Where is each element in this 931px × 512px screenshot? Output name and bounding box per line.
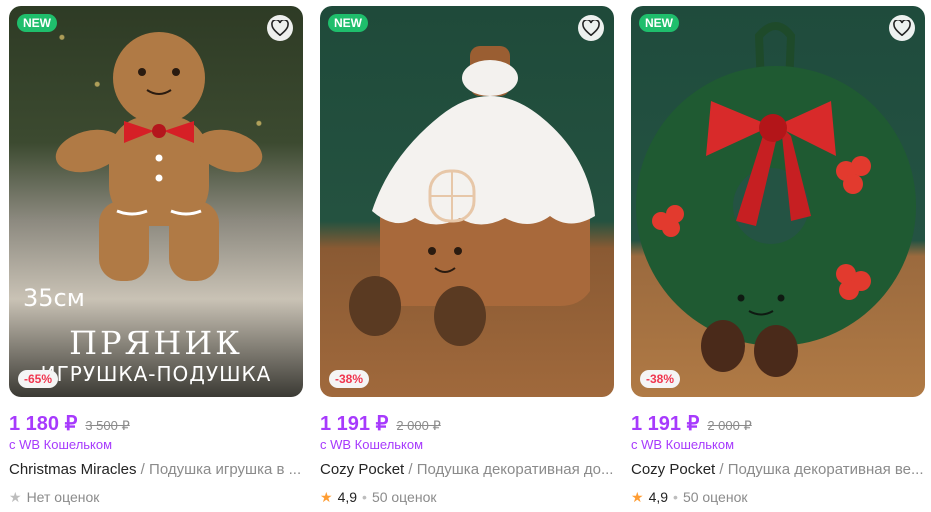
dot-separator: •	[362, 489, 367, 505]
discount-badge: -38%	[329, 370, 370, 388]
new-badge: NEW	[328, 14, 368, 32]
heart-icon[interactable]	[578, 15, 604, 41]
old-price: 2 000 ₽	[396, 418, 441, 433]
brand-name: Christmas Miracles	[9, 461, 137, 478]
product-title[interactable]: Christmas Miracles / Подушка игрушка в .…	[9, 461, 303, 481]
rating-value: 4,9	[337, 489, 358, 505]
star-icon: ★	[9, 488, 22, 505]
star-icon: ★	[631, 488, 644, 505]
star-icon: ★	[320, 488, 333, 505]
brand-name: Cozy Pocket	[631, 461, 716, 478]
product-info: 1 180 ₽ 3 500 ₽ с WB Кошельком Christmas…	[9, 397, 303, 507]
product-image[interactable]: NEW 35см ПРЯНИК ИГРУШКА-ПОДУШКА -65%	[9, 6, 303, 397]
price-row: 1 180 ₽ 3 500 ₽	[9, 411, 303, 435]
reviews-count: 50 оценок	[371, 489, 437, 505]
discount-badge: -65%	[18, 370, 59, 388]
current-price: 1 191 ₽	[320, 413, 389, 435]
product-title[interactable]: Cozy Pocket / Подушка декоративная до...	[320, 461, 614, 481]
brand-name: Cozy Pocket	[320, 461, 405, 478]
reviews-count: 50 оценок	[682, 489, 748, 505]
no-rating-text: Нет оценок	[26, 489, 100, 505]
product-info: 1 191 ₽ 2 000 ₽ с WB Кошельком Cozy Pock…	[631, 397, 925, 507]
discount-badge: -38%	[640, 370, 681, 388]
product-name: Подушка декоративная до...	[416, 461, 614, 478]
old-price: 3 500 ₽	[85, 418, 130, 433]
product-image[interactable]: NEW -38%	[320, 6, 614, 397]
price-row: 1 191 ₽ 2 000 ₽	[631, 411, 925, 435]
product-card[interactable]: NEW -38% 1 191 ₽ 2 000 ₽ с WB Кошельком …	[320, 6, 614, 506]
product-grid: NEW 35см ПРЯНИК ИГРУШКА-ПОДУШКА -65% 1 1…	[0, 0, 931, 512]
current-price: 1 191 ₽	[631, 413, 700, 435]
title-separator: /	[404, 461, 417, 478]
heart-icon[interactable]	[889, 15, 915, 41]
rating-row: ★ Нет оценок	[9, 487, 303, 507]
title-separator: /	[715, 461, 728, 478]
old-price: 2 000 ₽	[707, 418, 752, 433]
title-separator: /	[136, 461, 150, 478]
rating-row: ★ 4,9 • 50 оценок	[631, 487, 925, 507]
heart-icon[interactable]	[267, 15, 293, 41]
rating-row: ★ 4,9 • 50 оценок	[320, 487, 614, 507]
product-card[interactable]: NEW 35см ПРЯНИК ИГРУШКА-ПОДУШКА -65% 1 1…	[9, 6, 303, 506]
product-title[interactable]: Cozy Pocket / Подушка декоративная ве...	[631, 461, 925, 481]
wallet-label: с WB Кошельком	[631, 437, 735, 452]
rating-value: 4,9	[648, 489, 669, 505]
product-card[interactable]: NEW -38% 1 191 ₽ 2 000 ₽ с WB Кошельком …	[631, 6, 925, 506]
new-badge: NEW	[639, 14, 679, 32]
dot-separator: •	[673, 489, 678, 505]
new-badge: NEW	[17, 14, 57, 32]
image-size-label: 35см	[23, 284, 85, 312]
gingerbread-house-illustration	[349, 46, 595, 346]
christmas-wreath-illustration	[636, 22, 916, 377]
current-price: 1 180 ₽	[9, 413, 78, 435]
gingerbread-man-illustration	[55, 32, 263, 281]
product-image[interactable]: NEW -38%	[631, 6, 925, 397]
product-name: Подушка декоративная ве...	[727, 461, 924, 478]
image-promo-title: ПРЯНИК	[69, 324, 243, 362]
price-row: 1 191 ₽ 2 000 ₽	[320, 411, 614, 435]
product-name: Подушка игрушка в ...	[149, 461, 302, 478]
wallet-label: с WB Кошельком	[9, 437, 113, 452]
product-info: 1 191 ₽ 2 000 ₽ с WB Кошельком Cozy Pock…	[320, 397, 614, 507]
wallet-label: с WB Кошельком	[320, 437, 424, 452]
